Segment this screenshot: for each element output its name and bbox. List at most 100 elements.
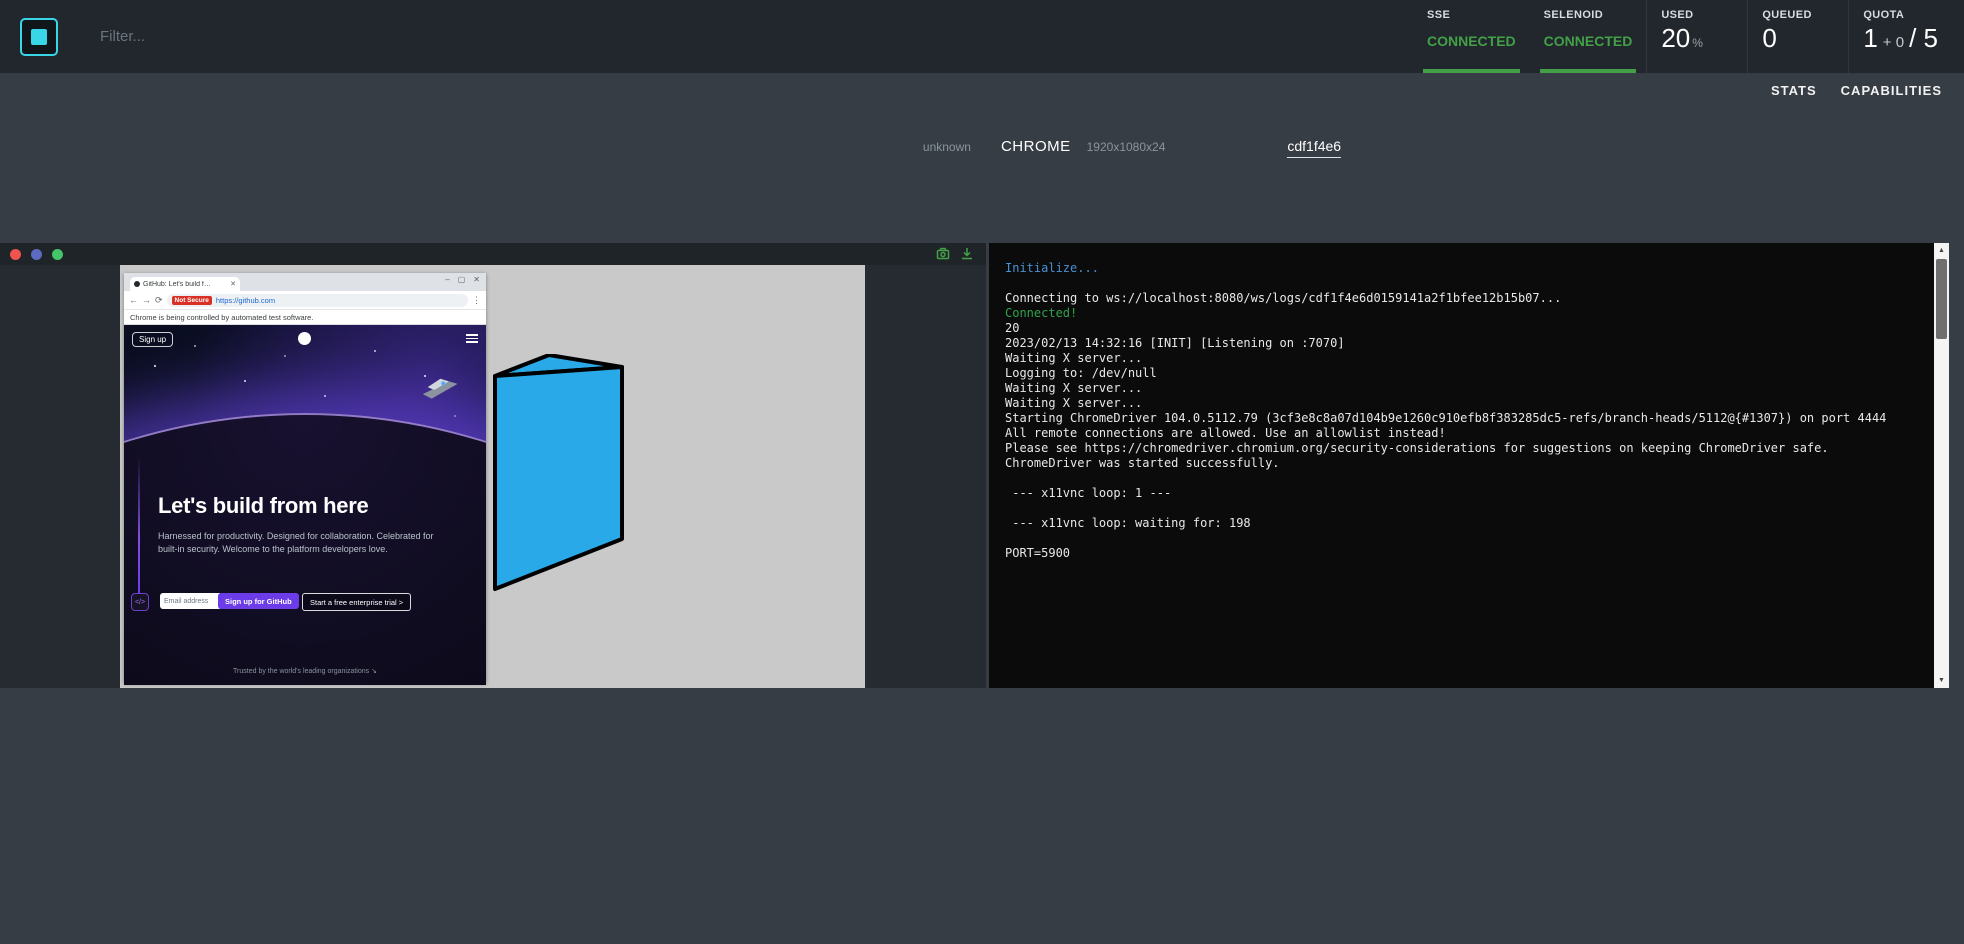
scrollbar-thumb[interactable] <box>1936 259 1947 339</box>
remote-tab-title: GitHub: Let's build f… <box>143 281 227 288</box>
vnc-titlebar <box>0 243 986 265</box>
session-browser: CHROME <box>1001 138 1071 155</box>
terminal-log: Initialize... Connecting to ws://localho… <box>1005 261 1925 680</box>
terminal-line: All remote connections are allowed. Use … <box>1005 426 1925 441</box>
github-trial-cta-button: Start a free enterprise trial > <box>302 593 411 611</box>
remote-tab-close-icon: ✕ <box>230 280 236 288</box>
selenoid-status-underline <box>1540 69 1637 73</box>
terminal-line <box>1005 531 1925 546</box>
remote-url: https://github.com <box>216 296 275 305</box>
stat-queued-value: 0 <box>1762 23 1834 54</box>
traffic-light-red-icon <box>10 249 21 260</box>
terminal-line: Waiting X server... <box>1005 351 1925 366</box>
maximize-icon: ▢ <box>458 275 466 284</box>
stat-quota: QUOTA 1 + 0 / 5 <box>1848 0 1964 73</box>
stat-sse-label: SSE <box>1427 9 1516 21</box>
screenshot-icon[interactable] <box>936 247 950 261</box>
session-id-link[interactable]: cdf1f4e6 <box>1287 138 1341 158</box>
spaceship-illustration <box>418 374 461 403</box>
terminal-scrollbar[interactable]: ▲ ▼ <box>1934 243 1949 688</box>
vnc-card: GitHub: Let's build f… ✕ – ▢ ✕ ← → ⟳ Not… <box>0 243 986 688</box>
terminal-line: 2023/02/13 14:32:16 [INIT] [Listening on… <box>1005 336 1925 351</box>
remote-tabstrip: GitHub: Let's build f… ✕ – ▢ ✕ <box>124 273 486 291</box>
stat-selenoid: SELENOID CONNECTED <box>1530 0 1647 73</box>
app-logo-icon <box>31 29 47 45</box>
close-icon: ✕ <box>473 275 480 284</box>
stat-used-value: 20% <box>1661 23 1733 54</box>
app-logo[interactable] <box>20 18 58 56</box>
sse-status-underline <box>1423 69 1520 73</box>
stat-used: USED 20% <box>1646 0 1747 73</box>
terminal-line: Waiting X server... <box>1005 396 1925 411</box>
download-icon[interactable] <box>960 247 974 261</box>
vnc-actions <box>936 247 974 261</box>
github-signup-button: Sign up <box>132 332 173 347</box>
vnc-screen[interactable]: GitHub: Let's build f… ✕ – ▢ ✕ ← → ⟳ Not… <box>120 265 865 688</box>
github-favicon-icon <box>134 281 140 287</box>
back-icon: ← <box>129 295 138 305</box>
remote-tab: GitHub: Let's build f… ✕ <box>130 277 240 291</box>
hamburger-menu-icon <box>466 334 478 345</box>
terminal-line: --- x11vnc loop: waiting for: 198 <box>1005 516 1925 531</box>
tab-capabilities[interactable]: CAPABILITIES <box>1841 83 1942 98</box>
traffic-light-blue-icon <box>31 249 42 260</box>
scrollbar-down-arrow-icon[interactable]: ▼ <box>1934 673 1949 688</box>
topbar: SSE CONNECTED SELENOID CONNECTED USED 20… <box>0 0 1964 73</box>
remote-toolbar: ← → ⟳ Not Secure https://github.com ⋮ <box>124 291 486 310</box>
github-homepage: Sign up Let's build from here Harnessed … <box>124 325 486 685</box>
quota-used: 1 <box>1863 23 1877 53</box>
terminal-line: Waiting X server... <box>1005 381 1925 396</box>
terminal-line: --- x11vnc loop: 1 --- <box>1005 486 1925 501</box>
github-footer-note: Trusted by the world's leading organizat… <box>124 667 486 675</box>
not-secure-badge: Not Secure <box>172 296 212 305</box>
stat-queued: QUEUED 0 <box>1747 0 1848 73</box>
automation-banner: Chrome is being controlled by automated … <box>124 310 486 325</box>
github-signup-cta-button: Sign up for GitHub <box>218 593 299 609</box>
remote-address-bar: Not Secure https://github.com <box>167 294 468 307</box>
session-row[interactable]: unknown CHROME 1920x1080x24 cdf1f4e6 <box>923 138 1341 158</box>
stars-decoration <box>124 325 126 327</box>
terminal-line: Connected! <box>1005 306 1925 321</box>
forward-icon: → <box>142 295 151 305</box>
stat-selenoid-label: SELENOID <box>1544 9 1633 21</box>
terminal-line <box>1005 471 1925 486</box>
stat-sse-value: CONNECTED <box>1427 33 1516 49</box>
topbar-stats: SSE CONNECTED SELENOID CONNECTED USED 20… <box>1413 0 1964 73</box>
quota-total: / 5 <box>1909 23 1938 53</box>
filter-input[interactable] <box>98 27 422 46</box>
tab-stats[interactable]: STATS <box>1771 83 1817 98</box>
used-unit: % <box>1692 36 1703 50</box>
traffic-light-green-icon <box>52 249 63 260</box>
quota-pending: + 0 <box>1883 34 1904 51</box>
stat-queued-label: QUEUED <box>1762 9 1834 21</box>
terminal-line: Connecting to ws://localhost:8080/ws/log… <box>1005 291 1925 306</box>
terminal-line: 20 <box>1005 321 1925 336</box>
browser-menu-icon: ⋮ <box>472 295 481 306</box>
session-status: unknown <box>923 140 971 154</box>
github-logo-icon <box>298 332 311 345</box>
stat-quota-value: 1 + 0 / 5 <box>1863 23 1938 54</box>
scrollbar-up-arrow-icon[interactable]: ▲ <box>1934 243 1949 258</box>
minimize-icon: – <box>445 275 449 284</box>
glow-line-decoration <box>138 455 140 593</box>
terminal-line: Logging to: /dev/null <box>1005 366 1925 381</box>
code-icon: </> <box>131 593 149 611</box>
stat-sse: SSE CONNECTED <box>1413 0 1530 73</box>
github-email-field: Email address <box>160 593 220 609</box>
stat-used-label: USED <box>1661 9 1733 21</box>
terminal-line: ChromeDriver was started successfully. <box>1005 456 1925 471</box>
blue-cube-drawing <box>491 354 631 604</box>
terminal-card: Initialize... Connecting to ws://localho… <box>989 243 1949 688</box>
terminal-line: Please see https://chromedriver.chromium… <box>1005 441 1925 456</box>
github-heading: Let's build from here <box>158 493 368 519</box>
stat-quota-label: QUOTA <box>1863 9 1938 21</box>
reload-icon: ⟳ <box>155 295 163 306</box>
terminal-line: Starting ChromeDriver 104.0.5112.79 (3cf… <box>1005 411 1925 426</box>
github-cta-row: </> Email address Sign up for GitHub Sta… <box>124 593 486 611</box>
used-number: 20 <box>1661 23 1690 53</box>
terminal-line: PORT=5900 <box>1005 546 1925 561</box>
terminal-line <box>1005 501 1925 516</box>
github-paragraph: Harnessed for productivity. Designed for… <box>158 530 440 556</box>
remote-browser-window: GitHub: Let's build f… ✕ – ▢ ✕ ← → ⟳ Not… <box>124 273 486 683</box>
terminal-line <box>1005 276 1925 291</box>
